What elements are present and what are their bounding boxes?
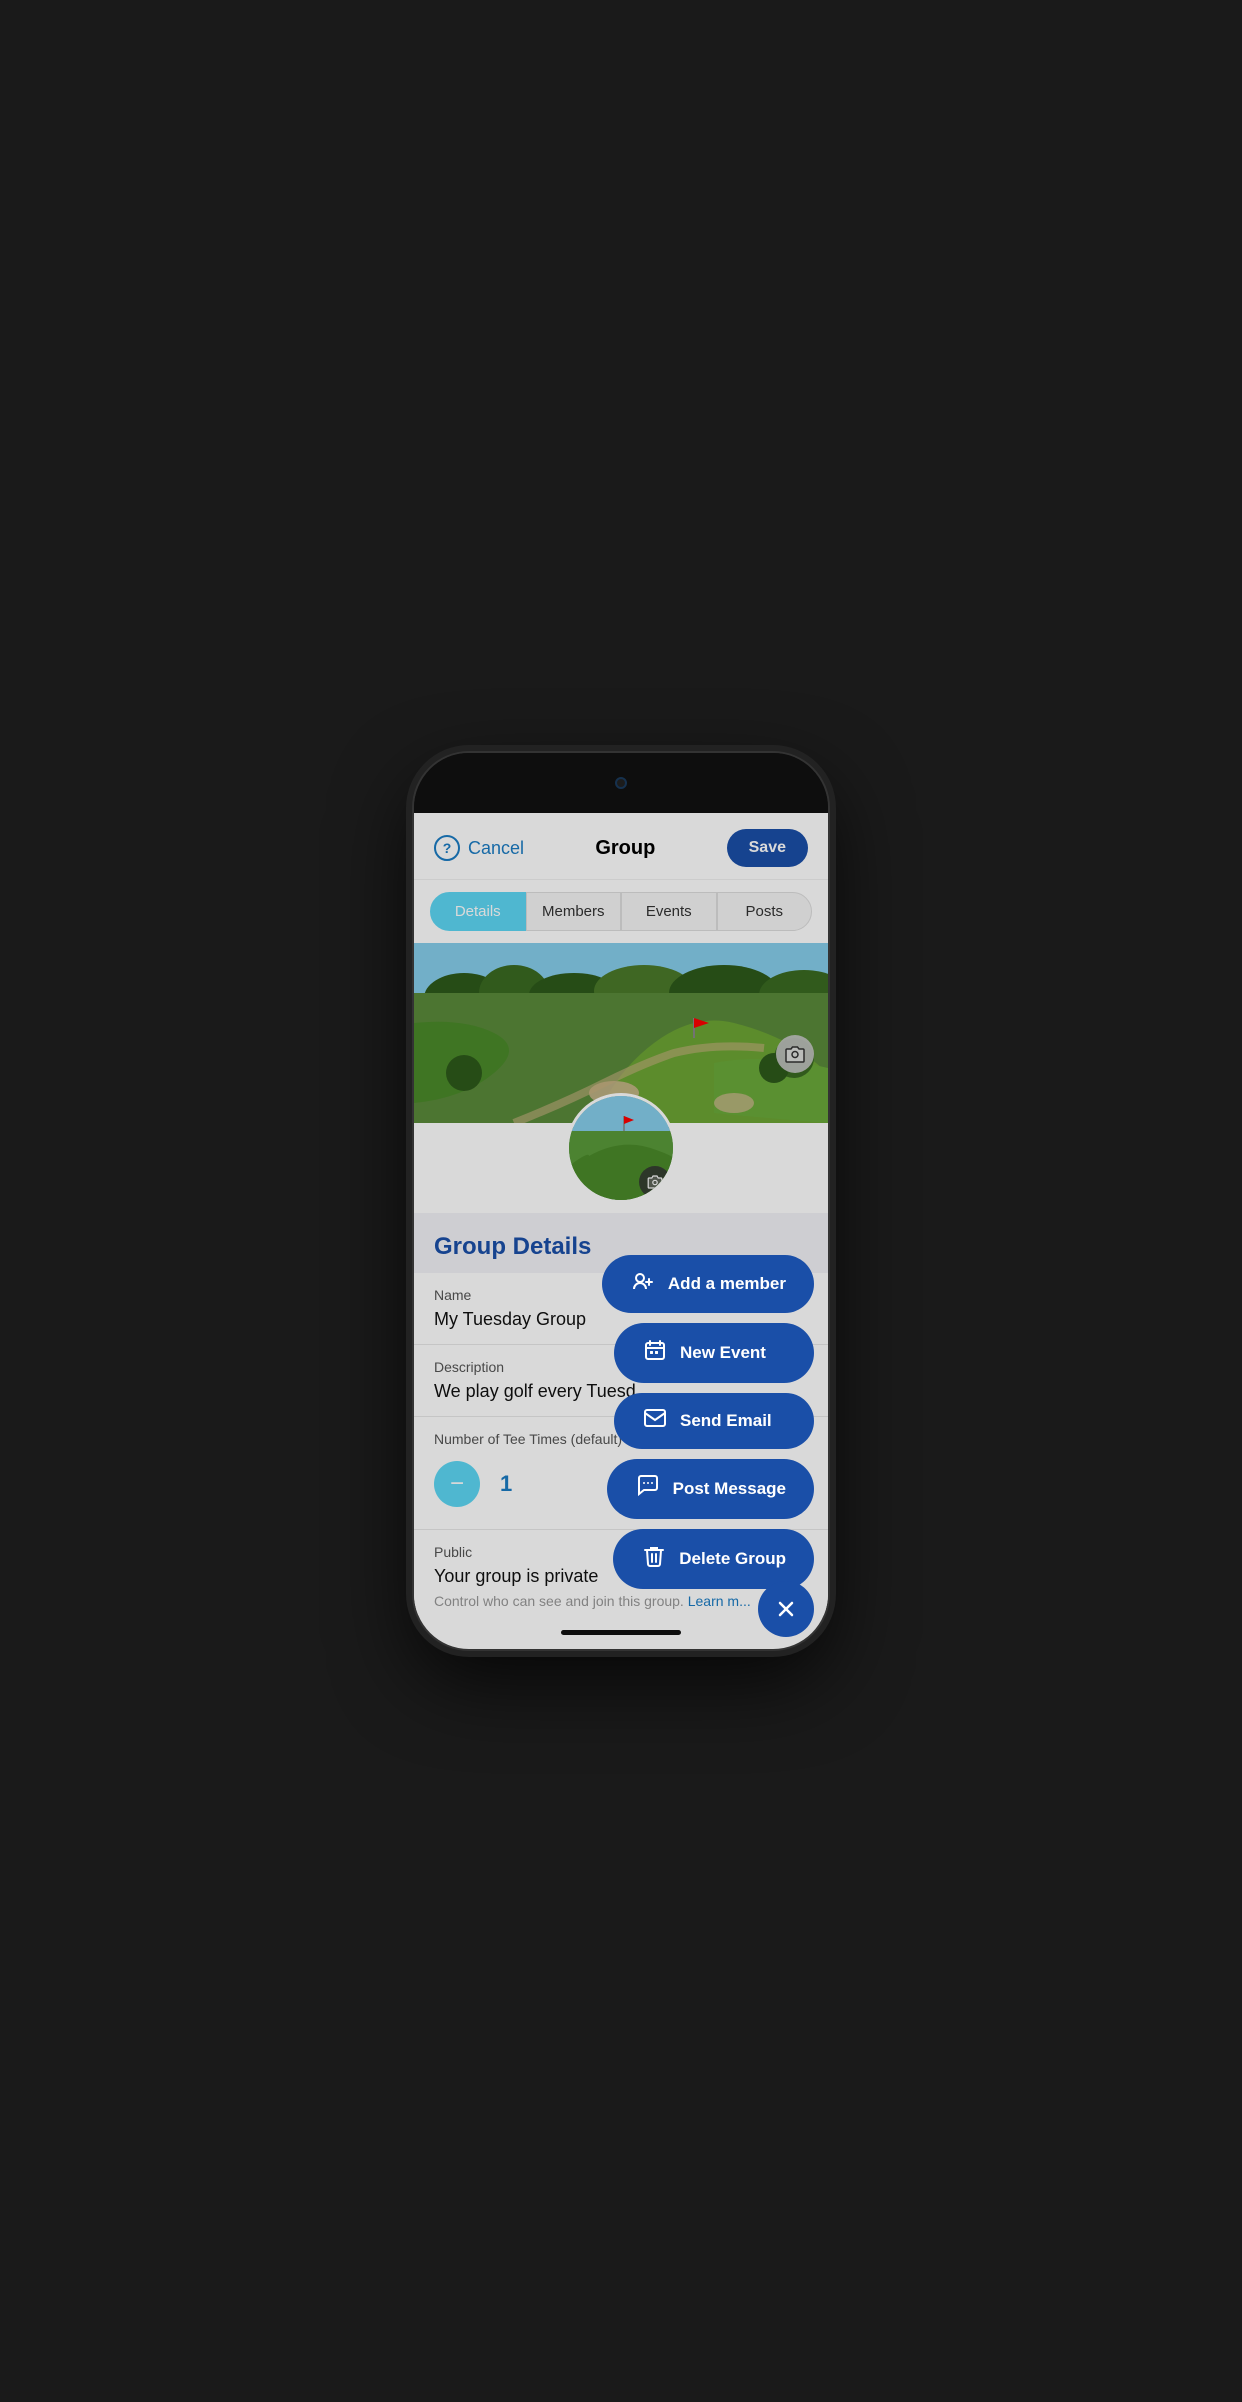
calendar-icon: [642, 1339, 668, 1367]
post-message-label: Post Message: [673, 1479, 786, 1499]
chat-icon: [635, 1475, 661, 1503]
post-message-button[interactable]: Post Message: [607, 1459, 814, 1519]
send-email-label: Send Email: [680, 1411, 772, 1431]
trash-icon: [641, 1545, 667, 1573]
delete-group-button[interactable]: Delete Group: [613, 1529, 814, 1589]
delete-group-label: Delete Group: [679, 1549, 786, 1569]
new-event-button[interactable]: New Event: [614, 1323, 814, 1383]
add-member-icon: [630, 1271, 656, 1297]
add-member-label: Add a member: [668, 1274, 786, 1294]
envelope-icon: [642, 1409, 668, 1433]
new-event-label: New Event: [680, 1343, 766, 1363]
send-email-button[interactable]: Send Email: [614, 1393, 814, 1449]
add-member-button[interactable]: Add a member: [602, 1255, 814, 1313]
action-menu: Add a member New Event: [602, 1255, 814, 1589]
